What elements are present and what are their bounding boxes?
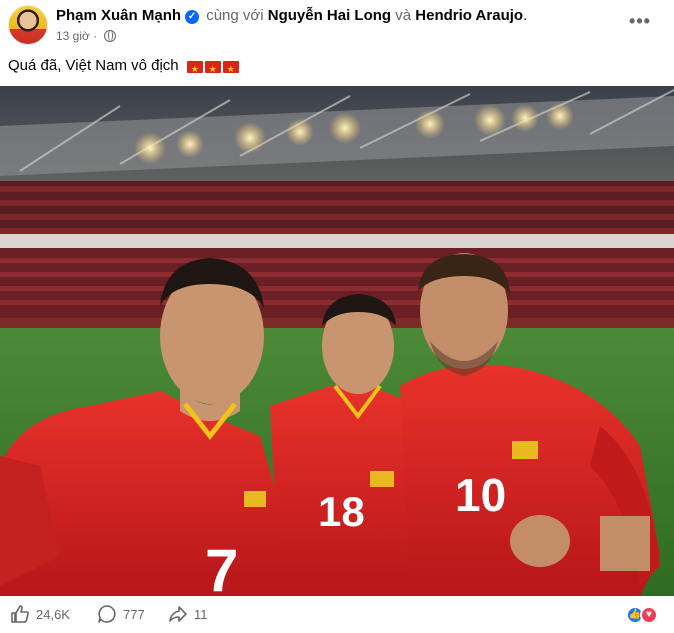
more-options-button[interactable]: ••• [626, 12, 654, 36]
caption-flags [186, 59, 241, 79]
post-header: Phạm Xuân Mạnh ✓ cùng với Nguyễn Hai Long… [0, 0, 674, 50]
post-photo[interactable]: 7 18 10 [0, 86, 674, 596]
vietnam-flag-icon [204, 59, 221, 79]
tagged-person-link-2[interactable]: Hendrio Araujo [415, 7, 523, 24]
more-options-icon: ••• [629, 11, 651, 31]
post-caption: Quá đã, Việt Nam vô địch [8, 56, 241, 79]
jersey-number-middle: 18 [318, 488, 365, 535]
separator-dot: · [93, 29, 101, 43]
like-count: 24,6K [36, 607, 70, 622]
author-name-link[interactable]: Phạm Xuân Mạnh [56, 7, 181, 24]
with-text: cùng với [206, 7, 264, 24]
thumbs-up-icon [11, 605, 29, 623]
globe-icon[interactable] [103, 30, 116, 42]
vietnam-flag-icon [186, 59, 203, 79]
tagged-person-link-1[interactable]: Nguyễn Hai Long [268, 7, 391, 24]
jersey-number-left: 7 [205, 537, 238, 596]
love-reaction-icon: ♥ [640, 606, 658, 624]
comment-icon [98, 605, 116, 623]
share-button[interactable]: 11 [168, 604, 208, 626]
stadium-selfie-image: 7 18 10 [0, 86, 674, 596]
post-author-line: Phạm Xuân Mạnh ✓ cùng với Nguyễn Hai Long… [56, 7, 527, 25]
post-meta: 13 giờ · [56, 28, 116, 44]
post-footer: 24,6K 777 11 👍 ♥ [0, 596, 674, 633]
and-text: và [395, 7, 412, 24]
comment-button[interactable]: 777 [97, 604, 145, 626]
vietnam-flag-icon [222, 59, 239, 79]
jersey-number-right: 10 [455, 469, 506, 521]
like-button[interactable]: 24,6K [10, 604, 70, 626]
share-icon [169, 606, 187, 622]
verified-badge-icon: ✓ [185, 10, 200, 24]
comment-count: 777 [123, 607, 145, 622]
share-count: 11 [194, 607, 208, 622]
tagged-suffix: . [523, 7, 528, 24]
facebook-post: Phạm Xuân Mạnh ✓ cùng với Nguyễn Hai Long… [0, 0, 674, 633]
post-timestamp-link[interactable]: 13 giờ [56, 29, 90, 43]
caption-text: Quá đã, Việt Nam vô địch [8, 57, 179, 74]
reaction-summary[interactable]: 👍 ♥ [626, 606, 662, 624]
author-avatar[interactable] [8, 5, 48, 45]
